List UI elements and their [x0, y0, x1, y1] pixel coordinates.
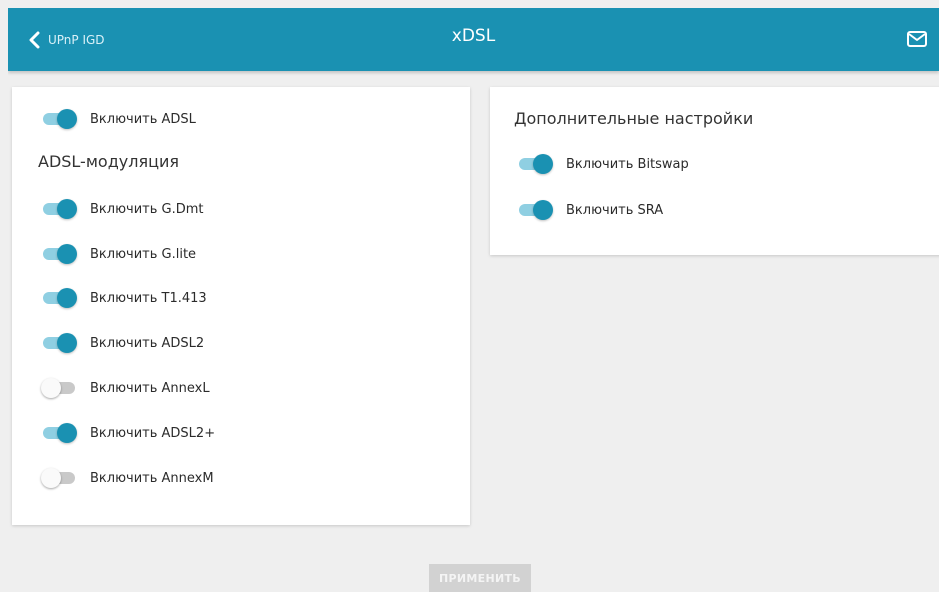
- page-title: xDSL: [451, 26, 496, 46]
- gdmt-label: Включить G.Dmt: [90, 201, 204, 217]
- adsl-modulation-title: ADSL-модуляция: [38, 152, 179, 171]
- mail-icon[interactable]: [906, 29, 928, 53]
- glite-toggle[interactable]: [40, 242, 78, 266]
- apply-button[interactable]: ПРИМЕНИТЬ: [429, 564, 531, 592]
- toggle-row-annexl: Включить AnnexL: [40, 376, 210, 400]
- bitswap-toggle[interactable]: [516, 152, 554, 176]
- advanced-settings-card: Дополнительные настройки Включить Bitswa…: [490, 87, 939, 255]
- toggle-row-t1413: Включить T1.413: [40, 286, 207, 310]
- annexm-toggle[interactable]: [40, 466, 78, 490]
- adsl2plus-label: Включить ADSL2+: [90, 425, 216, 441]
- toggle-row-gdmt: Включить G.Dmt: [40, 197, 204, 221]
- header-bar: UPnP IGD xDSL: [8, 8, 939, 71]
- adsl2-toggle[interactable]: [40, 331, 78, 355]
- advanced-settings-title: Дополнительные настройки: [514, 109, 754, 128]
- gdmt-toggle[interactable]: [40, 197, 78, 221]
- toggle-row-annexm: Включить AnnexM: [40, 466, 214, 490]
- enable-adsl-row: Включить ADSL: [40, 107, 196, 131]
- toggle-row-adsl2plus: Включить ADSL2+: [40, 421, 215, 445]
- t1413-toggle[interactable]: [40, 286, 78, 310]
- toggle-row-bitswap: Включить Bitswap: [516, 152, 689, 176]
- adsl-card: Включить ADSL ADSL-модуляция Включить G.…: [12, 87, 470, 525]
- annexl-label: Включить AnnexL: [90, 380, 210, 396]
- t1413-label: Включить T1.413: [90, 290, 207, 306]
- bitswap-label: Включить Bitswap: [566, 156, 689, 172]
- enable-adsl-toggle[interactable]: [40, 107, 78, 131]
- annexm-label: Включить AnnexM: [90, 470, 214, 486]
- annexl-toggle[interactable]: [40, 376, 78, 400]
- toggle-row-sra: Включить SRA: [516, 198, 663, 222]
- toggle-row-glite: Включить G.lite: [40, 242, 196, 266]
- enable-adsl-label: Включить ADSL: [90, 111, 196, 127]
- sra-toggle[interactable]: [516, 198, 554, 222]
- glite-label: Включить G.lite: [90, 246, 197, 262]
- app-frame: UPnP IGD xDSL Включить ADSL ADSL-модуляц…: [8, 8, 939, 592]
- sra-label: Включить SRA: [566, 202, 664, 218]
- adsl2plus-toggle[interactable]: [40, 421, 78, 445]
- toggle-row-adsl2: Включить ADSL2: [40, 331, 204, 355]
- adsl2-label: Включить ADSL2: [90, 335, 205, 351]
